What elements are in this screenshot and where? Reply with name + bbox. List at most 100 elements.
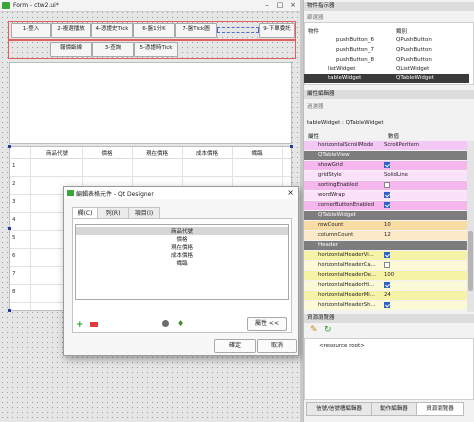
realtime-tick-button[interactable]: 5-憑證時Tick	[134, 42, 178, 57]
property-row[interactable]: horizontalHeaderCa...	[304, 261, 467, 270]
row-header[interactable]: 3	[12, 199, 16, 205]
list-item[interactable]: 現在價格	[76, 243, 288, 251]
properties-toggle-button[interactable]: 屬性 <<	[247, 317, 287, 331]
row-header[interactable]: 1	[12, 163, 16, 169]
selection-handle[interactable]	[8, 309, 11, 312]
ok-button[interactable]: 確定	[214, 339, 256, 353]
tree-item[interactable]: pushButton_8	[336, 57, 374, 63]
list-widget[interactable]	[9, 62, 292, 144]
tree-item[interactable]: listWidget	[328, 66, 355, 72]
object-filter-input[interactable]: 篩選器	[307, 13, 324, 21]
delete-icon[interactable]	[90, 322, 98, 327]
row-header[interactable]: 5	[12, 235, 16, 241]
row-header[interactable]: 6	[12, 253, 16, 259]
query-button[interactable]: 3-查詢	[92, 42, 134, 57]
tick-chart-button[interactable]: 7-盤Tick圖	[175, 23, 217, 38]
history-tick-button[interactable]: 4-憑證史Tick	[91, 23, 133, 38]
column-header[interactable]: 價格	[82, 149, 132, 157]
list-item[interactable]: 幟臨	[76, 259, 288, 267]
resource-root-item[interactable]: <resource root>	[319, 343, 365, 349]
list-item[interactable]: 商品代號	[76, 227, 288, 235]
quote-disconnect-button[interactable]: 報價斷線	[50, 42, 92, 57]
property-value[interactable]: SolidLine	[384, 172, 408, 178]
minute-k-button[interactable]: 6-盤1分K	[133, 23, 175, 38]
property-name: rowCount	[318, 222, 344, 228]
row-header[interactable]: 8	[12, 289, 16, 295]
property-row[interactable]: horizontalHeaderVi...	[304, 251, 467, 260]
tree-item[interactable]: pushButton_6	[336, 37, 374, 43]
property-row[interactable]: horizontalHeaderDe... 100	[304, 271, 467, 280]
move-icon[interactable]: ♦	[177, 319, 184, 328]
property-row[interactable]: gridStyle SolidLine	[304, 171, 467, 180]
property-value[interactable]: ScrollPerItem	[384, 142, 419, 148]
order-button[interactable]: 9-下單委託	[259, 23, 295, 38]
maximize-icon[interactable]: □	[275, 1, 285, 10]
scrollbar-thumb[interactable]	[468, 231, 473, 291]
tree-item-class: QPushButton	[396, 37, 432, 43]
row-header[interactable]: 7	[12, 271, 16, 277]
tree-item[interactable]: pushButton_7	[336, 47, 374, 53]
property-row[interactable]: columnCount 12	[304, 231, 467, 240]
row-header[interactable]: 2	[12, 181, 16, 187]
column-header[interactable]: 成本價格	[182, 149, 232, 157]
properties-icon[interactable]	[162, 320, 169, 327]
tab-action-editor[interactable]: 動作編輯器	[371, 402, 417, 416]
selection-handle[interactable]	[290, 145, 293, 148]
column-header[interactable]: 商品代號	[32, 149, 82, 157]
row-header[interactable]: 4	[12, 217, 16, 223]
list-item[interactable]: 價格	[76, 235, 288, 243]
dock-panel: 物件指示器 篩選器 物件 類別 pushButton_6 QPushButton…	[303, 0, 474, 422]
tab-resource-browser[interactable]: 資源瀏覽器	[416, 402, 464, 416]
close-icon[interactable]: ×	[288, 1, 298, 10]
close-icon[interactable]: ×	[287, 188, 294, 197]
login-button[interactable]: 1-登入	[11, 23, 51, 38]
property-row[interactable]: horizontalHeaderMi... 24	[304, 291, 467, 300]
property-checkbox[interactable]	[384, 282, 390, 288]
property-row[interactable]: rowCount 10	[304, 221, 467, 230]
property-value[interactable]: 24	[384, 292, 391, 298]
property-context: tableWidget : QTableWidget	[307, 120, 384, 126]
multi-play-button[interactable]: 2-複選播放	[51, 23, 91, 38]
property-row[interactable]: showGrid	[304, 161, 467, 170]
property-checkbox[interactable]	[384, 202, 390, 208]
property-checkbox[interactable]	[384, 252, 390, 258]
column-header[interactable]: 幟臨	[232, 149, 282, 157]
property-checkbox[interactable]	[384, 302, 390, 308]
property-editor-title: 屬性編輯器	[304, 90, 474, 99]
column-header[interactable]: 現在價格	[132, 149, 182, 157]
selection-handle[interactable]	[8, 145, 11, 148]
property-value[interactable]: 10	[384, 222, 391, 228]
property-group[interactable]: QTableWidget	[304, 211, 467, 220]
column-list[interactable]: 商品代號 價格 現在價格 成本價格 幟臨	[75, 224, 289, 300]
property-table: horizontalScrollMode ScrollPerItem QTableV…	[304, 141, 467, 312]
property-name: showGrid	[318, 162, 343, 168]
property-scrollbar[interactable]	[467, 141, 474, 312]
cancel-button[interactable]: 取消	[257, 339, 297, 353]
selection-handle[interactable]	[8, 227, 11, 230]
property-checkbox[interactable]	[384, 262, 390, 268]
add-icon[interactable]: +	[76, 320, 84, 330]
property-row[interactable]: sortingEnabled	[304, 181, 467, 190]
property-group[interactable]: QTableView	[304, 151, 467, 160]
property-checkbox[interactable]	[384, 182, 390, 188]
edit-resources-icon[interactable]: ✎	[310, 325, 318, 335]
property-value[interactable]: 12	[384, 232, 391, 238]
form-title-bar: Form - ctw2.ui* – □ ×	[0, 0, 300, 12]
property-row[interactable]: wordWrap	[304, 191, 467, 200]
property-value[interactable]: 100	[384, 272, 394, 278]
property-row[interactable]: horizontalHeaderHi...	[304, 281, 467, 290]
property-row[interactable]: horizontalHeaderSh...	[304, 301, 467, 310]
minimize-icon[interactable]: –	[262, 1, 272, 10]
edit-table-dialog: 編輯表格元件 - Qt Designer × 欄(C) 列(R) 項目(I) 商…	[63, 186, 299, 356]
property-checkbox[interactable]	[384, 192, 390, 198]
property-checkbox[interactable]	[384, 162, 390, 168]
tree-item-class: QPushButton	[396, 57, 432, 63]
reload-icon[interactable]: ↻	[324, 325, 332, 335]
property-filter-input[interactable]: 過濾器	[307, 102, 324, 110]
property-row[interactable]: cornerButtonEnabled	[304, 201, 467, 210]
tab-signal-slot-editor[interactable]: 信號/信號槽編輯器	[306, 402, 372, 416]
tree-item-selected[interactable]: tableWidget	[328, 75, 361, 81]
property-row[interactable]: horizontalScrollMode ScrollPerItem	[304, 141, 467, 150]
property-group[interactable]: Header	[304, 241, 467, 250]
list-item[interactable]: 成本價格	[76, 251, 288, 259]
